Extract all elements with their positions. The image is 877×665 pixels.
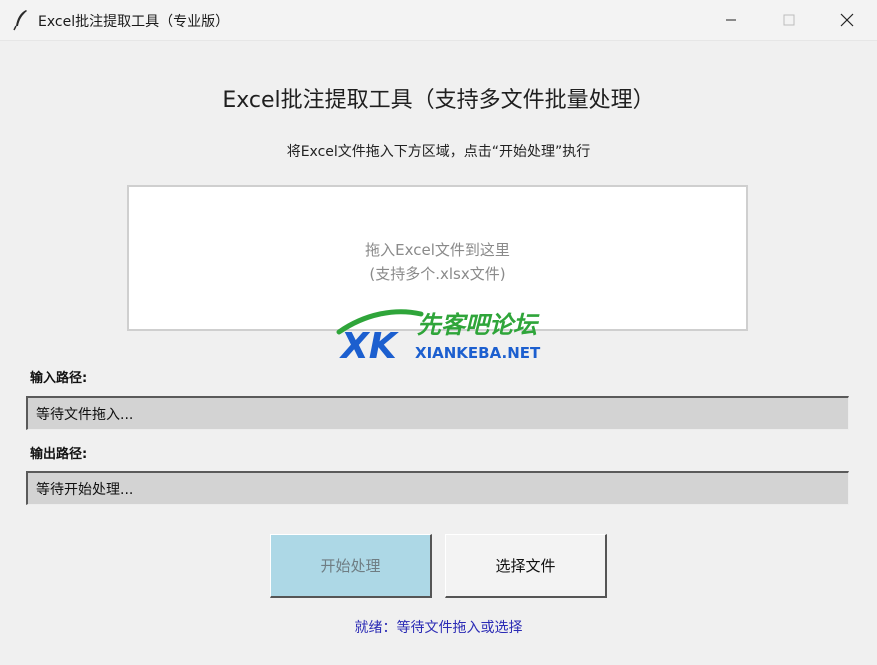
- minimize-icon: [726, 19, 736, 21]
- output-path-field[interactable]: 等待开始处理...: [26, 471, 849, 505]
- xiankeba-watermark-logo: XK 先客吧论坛 XIANKEBA.NET: [336, 309, 541, 362]
- drop-zone-subhint: (支持多个.xlsx文件): [369, 265, 506, 283]
- minimize-button[interactable]: [702, 0, 760, 40]
- input-path-label: 输入路径:: [30, 371, 88, 386]
- maximize-button[interactable]: [760, 0, 818, 40]
- select-files-button[interactable]: 选择文件: [445, 534, 607, 598]
- svg-text:先客吧论坛: 先客吧论坛: [417, 311, 540, 339]
- start-processing-button[interactable]: 开始处理: [270, 534, 432, 598]
- page-title: Excel批注提取工具（支持多文件批量处理）: [222, 88, 655, 113]
- feather-icon: [13, 10, 27, 31]
- instruction-text: 将Excel文件拖入下方区域，点击“开始处理”执行: [286, 144, 591, 160]
- maximize-icon: [783, 14, 795, 26]
- close-button[interactable]: [818, 0, 876, 40]
- input-path-field[interactable]: 等待文件拖入...: [26, 396, 849, 430]
- drop-zone-hint: 拖入Excel文件到这里: [365, 241, 510, 259]
- svg-text:XIANKEBA.NET: XIANKEBA.NET: [415, 344, 541, 362]
- svg-text:XK: XK: [339, 326, 400, 362]
- app-window: Excel批注提取工具（专业版） Excel批注提取工具（支持多文件批量处理） …: [0, 0, 877, 665]
- status-text: 就绪：等待文件拖入或选择: [354, 620, 523, 636]
- window-title: Excel批注提取工具（专业版）: [38, 14, 230, 30]
- close-icon: [840, 13, 854, 27]
- title-bar[interactable]: Excel批注提取工具（专业版）: [0, 0, 877, 41]
- output-path-label: 输出路径:: [30, 447, 88, 462]
